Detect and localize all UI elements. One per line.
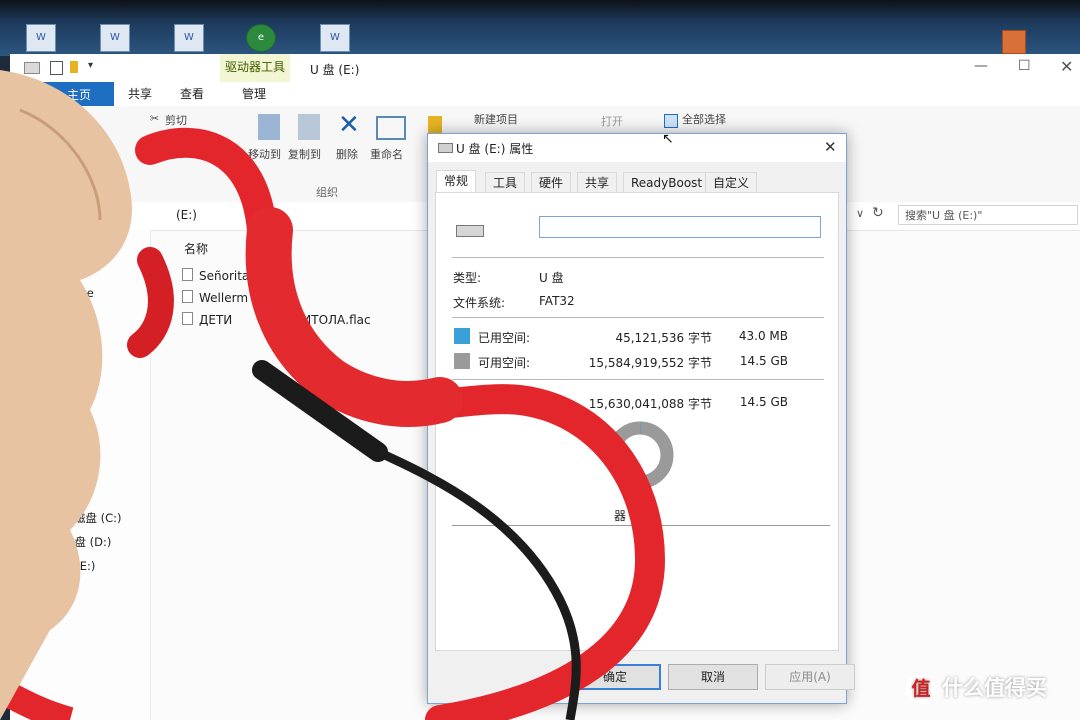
- new-item-button[interactable]: 新建项目: [474, 111, 518, 127]
- drive-name-input[interactable]: [539, 216, 821, 238]
- search-input[interactable]: 搜索"U 盘 (E:)": [898, 205, 1078, 225]
- apply-button[interactable]: 应用(A): [765, 664, 855, 690]
- close-icon[interactable]: ✕: [824, 138, 837, 156]
- ribbon-group-label: 组织: [316, 186, 338, 199]
- copy-to-icon: [298, 114, 320, 140]
- file-icon: [182, 268, 193, 281]
- file-name: Wellerm: [199, 291, 249, 305]
- file-icon: [182, 312, 193, 325]
- filesystem-label: 文件系统:: [453, 296, 506, 310]
- divider: [452, 379, 824, 380]
- properties-dialog: U 盘 (E:) 属性 ✕ 常规 工具 硬件 共享 ReadyBoost 自定义…: [427, 133, 855, 704]
- watermark-text: 什么值得买: [942, 676, 1047, 700]
- list-item[interactable]: Wellerm: [182, 290, 248, 305]
- context-tab-label: 驱动器工具: [224, 60, 285, 74]
- drive-icon: [438, 143, 453, 153]
- folder-icon[interactable]: [1002, 30, 1026, 54]
- tab-manage[interactable]: 管理: [232, 82, 276, 106]
- file-name: Señorita: [199, 269, 250, 283]
- select-all-icon: [664, 114, 678, 128]
- list-item[interactable]: Señorita: [182, 268, 249, 283]
- free-space-ring: [606, 421, 674, 489]
- rename-icon: [376, 116, 406, 140]
- mouse-cursor-icon: ↖: [662, 131, 674, 147]
- cancel-button[interactable]: 取消: [668, 664, 758, 690]
- watermark-logo: 值: [906, 674, 936, 704]
- free-space-bytes: 15,584,919,552 字节: [588, 356, 712, 370]
- window-title: U 盘 (E:): [310, 63, 360, 77]
- chevron-down-icon[interactable]: ∨: [856, 207, 864, 220]
- general-tab-panel: 类型: U 盘 文件系统: FAT32 已用空间: 45,121,536 字节 …: [435, 192, 839, 651]
- divider: [452, 257, 824, 258]
- copy-path-button[interactable]: 复制路径: [165, 132, 209, 148]
- maximize-icon[interactable]: ☐: [1018, 58, 1031, 74]
- type-value: U 盘: [539, 271, 564, 285]
- usb-drive-icon: [456, 225, 484, 237]
- capacity-label: 容量:: [478, 397, 507, 411]
- move-to-button[interactable]: 移动到: [248, 146, 281, 162]
- select-all-button[interactable]: 全部选择: [682, 111, 726, 127]
- desktop-background: W W W e W: [0, 0, 1080, 56]
- disk-usage-ring: [606, 421, 674, 489]
- used-space-size: 43.0 MB: [738, 329, 788, 343]
- tab-sharing[interactable]: 共享: [577, 172, 618, 193]
- file-icon: [182, 290, 193, 303]
- tab-hardware[interactable]: 硬件: [531, 172, 572, 193]
- drive-label: 器 E:: [614, 509, 642, 523]
- filesystem-value: FAT32: [539, 294, 575, 308]
- rename-button[interactable]: 重命名: [370, 146, 403, 162]
- used-space-swatch: [454, 328, 470, 344]
- tab-view[interactable]: 查看: [170, 82, 214, 106]
- tab-customize[interactable]: 自定义: [705, 172, 758, 193]
- delete-button[interactable]: 删除: [336, 146, 358, 162]
- word-document-icon[interactable]: W: [174, 24, 204, 52]
- ribbon-tabs: 主页 共享 查看 管理: [10, 82, 1080, 107]
- capacity-size: 14.5 GB: [739, 395, 788, 409]
- file-name: ДЕТИ: [199, 313, 233, 327]
- dialog-title: U 盘 (E:) 属性: [456, 142, 534, 156]
- capacity-bytes: 15,630,041,088 字节: [588, 397, 712, 411]
- move-to-icon: [258, 114, 280, 140]
- word-document-icon[interactable]: W: [100, 24, 130, 52]
- dialog-title-bar: U 盘 (E:) 属性 ✕: [428, 134, 846, 162]
- refresh-icon[interactable]: ↻: [872, 205, 884, 221]
- list-item[interactable]: ДЕТИ ИТОЛА.flac: [182, 312, 371, 327]
- site-watermark: 值什么值得买: [906, 672, 1047, 712]
- file-list: 名称 Señorita Wellerm ДЕТИ ИТОЛА.flac: [160, 230, 435, 720]
- word-document-icon[interactable]: W: [320, 24, 350, 52]
- divider: [452, 317, 824, 318]
- open-button[interactable]: 打开: [601, 113, 623, 129]
- used-space-label: 已用空间:: [478, 331, 531, 345]
- title-bar: ▾ U 盘 (E:) — ☐ ✕: [10, 54, 1080, 82]
- free-space-label: 可用空间:: [478, 356, 531, 370]
- tab-general[interactable]: 常规: [436, 170, 477, 194]
- type-label: 类型:: [453, 271, 482, 285]
- close-icon[interactable]: ✕: [1060, 57, 1073, 76]
- delete-icon: ✕: [338, 110, 360, 140]
- address-bar[interactable]: (E:): [176, 208, 197, 222]
- divider: [452, 525, 830, 526]
- hand-skin: [0, 70, 132, 720]
- free-space-size: 14.5 GB: [739, 354, 788, 368]
- app-shortcut-icon[interactable]: e: [246, 24, 276, 52]
- ok-button[interactable]: 确定: [569, 664, 661, 690]
- column-header-name[interactable]: 名称: [184, 240, 208, 257]
- file-name: ИТОЛА.flac: [302, 313, 371, 327]
- word-document-icon[interactable]: W: [26, 24, 56, 52]
- copy-to-button[interactable]: 复制到: [288, 146, 321, 162]
- minimize-icon[interactable]: —: [974, 58, 988, 74]
- tab-readyboost[interactable]: ReadyBoost: [623, 172, 711, 193]
- hand-photo: [0, 70, 132, 720]
- used-space-bytes: 45,121,536 字节: [615, 331, 712, 345]
- free-space-swatch: [454, 353, 470, 369]
- tab-tools[interactable]: 工具: [485, 172, 526, 193]
